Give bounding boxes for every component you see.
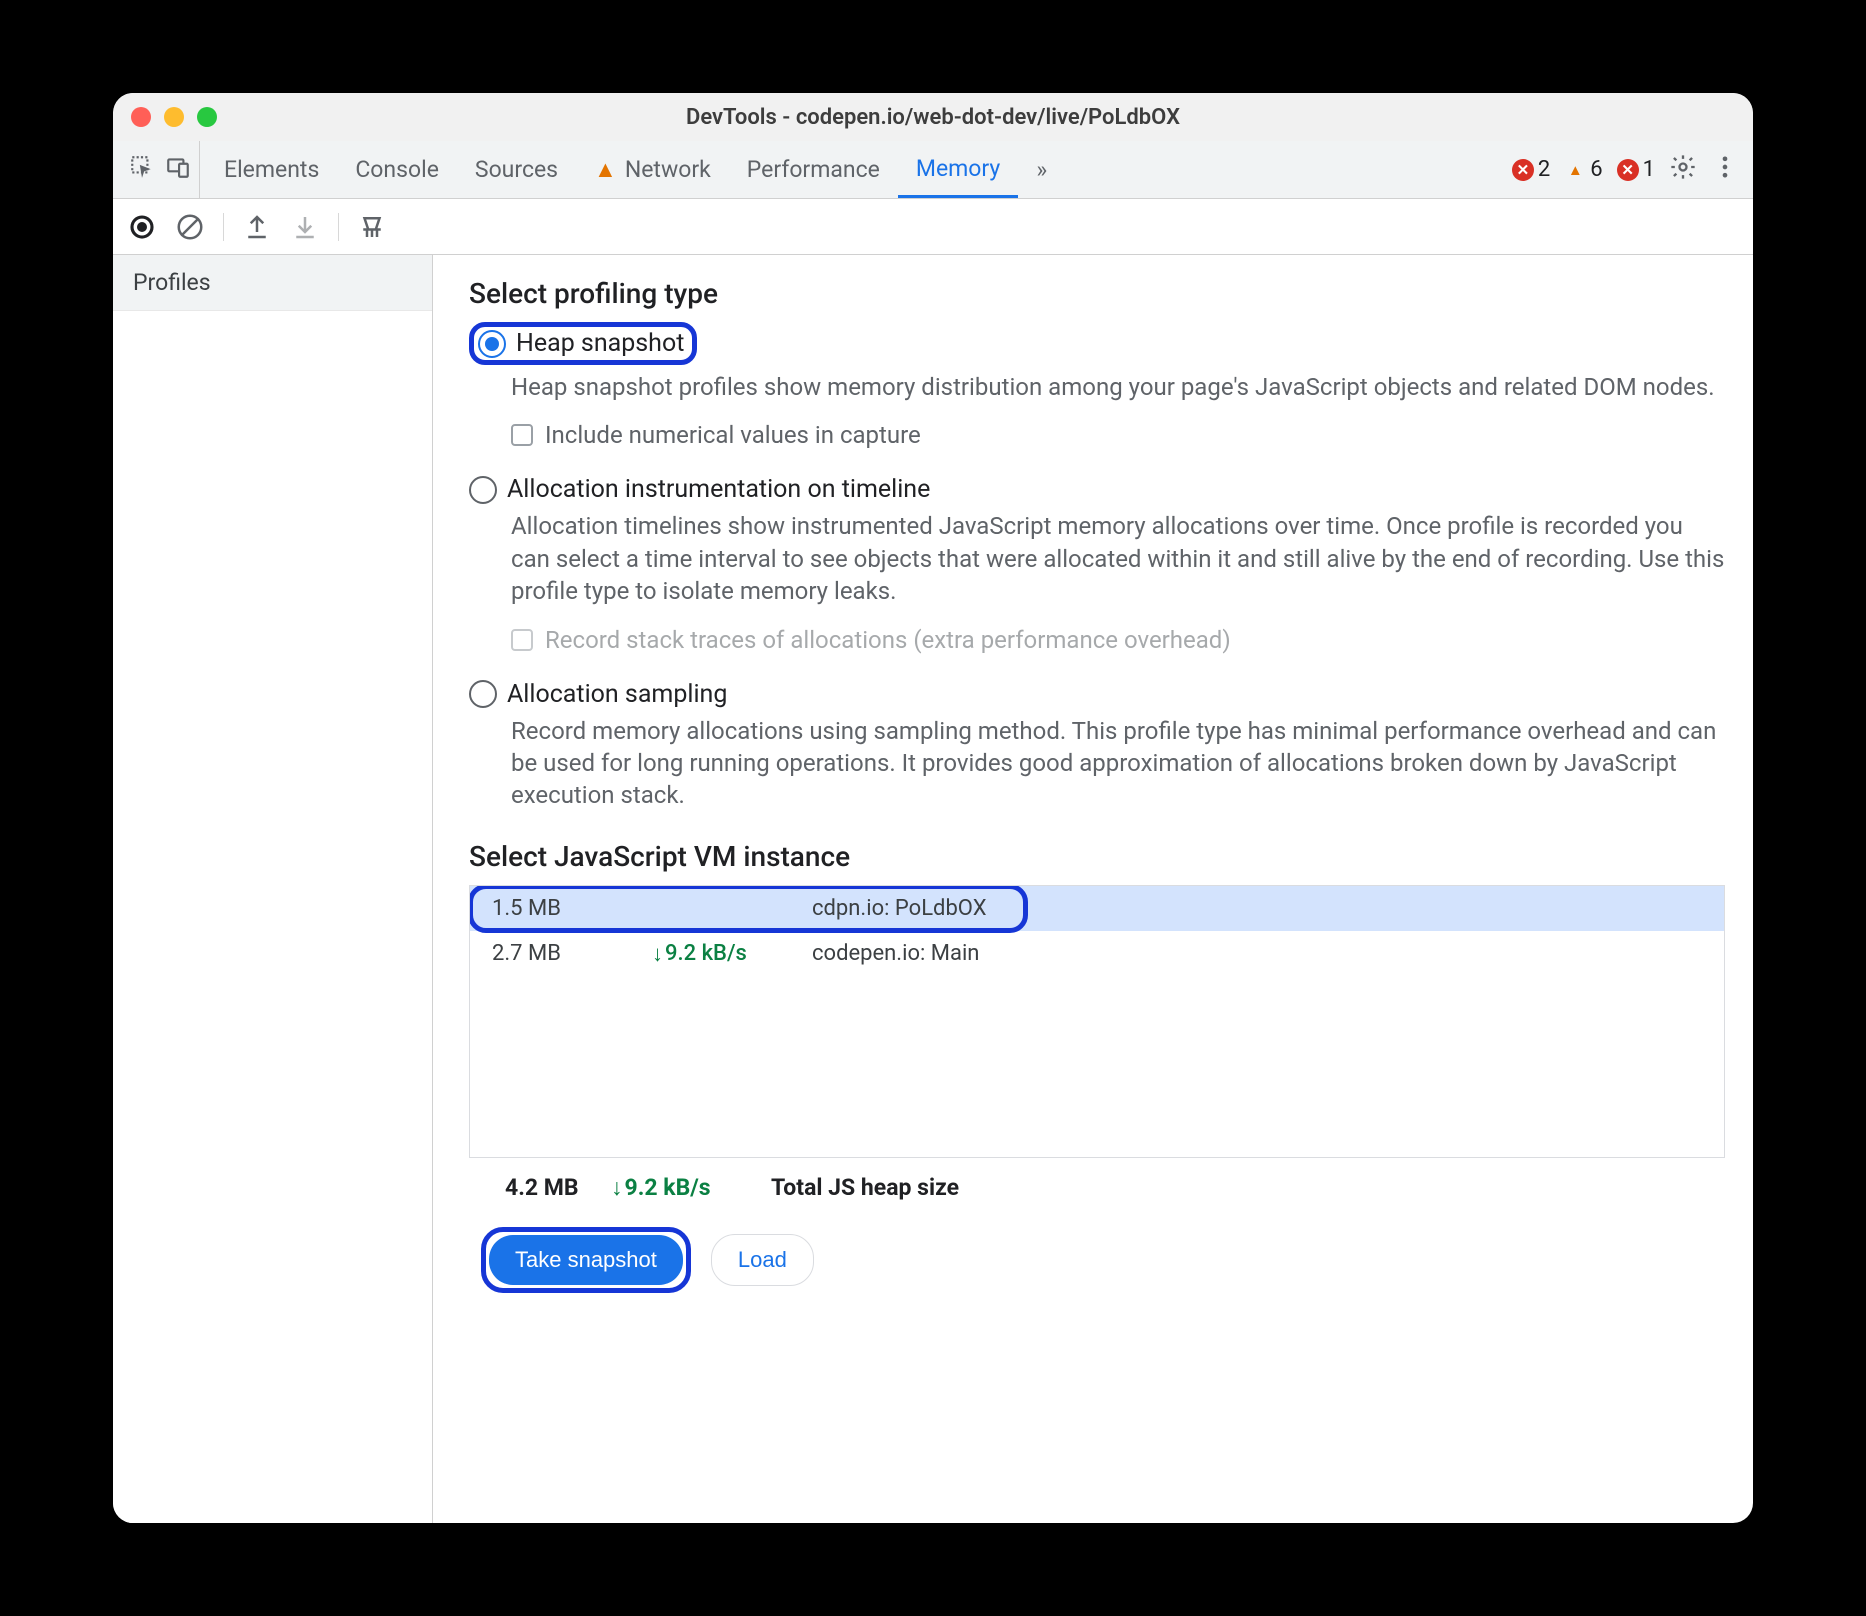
chevron-double-right-icon: » [1036, 156, 1047, 183]
take-snapshot-button[interactable]: Take snapshot [489, 1235, 683, 1285]
highlight-box: Heap snapshot [469, 322, 697, 365]
profiles-heading: Profiles [113, 255, 432, 311]
action-buttons: Take snapshot Load [469, 1227, 1725, 1299]
clear-icon[interactable] [175, 212, 205, 242]
tab-sources[interactable]: Sources [457, 141, 576, 198]
highlight-box: Take snapshot [481, 1227, 691, 1293]
option-allocation-sampling[interactable]: Allocation sampling [469, 680, 1725, 709]
checkbox-icon [511, 629, 533, 651]
vm-row[interactable]: 1.5 MB cdpn.io: PoLdbOX [470, 886, 1724, 931]
separator [223, 213, 224, 241]
memory-content: Select profiling type Heap snapshot Heap… [433, 255, 1753, 1523]
checkbox-icon[interactable] [511, 424, 533, 446]
kebab-menu-icon[interactable] [1711, 153, 1739, 187]
issues-count[interactable]: ✕ 1 [1617, 157, 1655, 182]
devtools-window: DevTools - codepen.io/web-dot-dev/live/P… [113, 93, 1753, 1523]
device-toggle-icon[interactable] [165, 154, 191, 186]
error-dot-icon: ✕ [1512, 159, 1534, 181]
warning-count[interactable]: ▲ 6 [1564, 157, 1602, 182]
vm-size: 1.5 MB [492, 896, 652, 921]
radio-icon[interactable] [469, 680, 497, 708]
include-numerical-checkbox[interactable]: Include numerical values in capture [469, 421, 1725, 449]
tab-performance[interactable]: Performance [729, 141, 898, 198]
vm-row[interactable]: 2.7 MB ↓9.2 kB/s codepen.io: Main [470, 931, 1724, 977]
vm-name: codepen.io: Main [812, 941, 1702, 966]
inspect-icon[interactable] [129, 154, 155, 186]
option-desc: Record memory allocations using sampling… [469, 715, 1725, 812]
titlebar: DevTools - codepen.io/web-dot-dev/live/P… [113, 93, 1753, 141]
total-rate: ↓9.2 kB/s [611, 1174, 771, 1201]
panel-tabs: Elements Console Sources ▲ Network Perfo… [200, 141, 1065, 198]
record-icon[interactable] [127, 212, 157, 242]
tab-elements[interactable]: Elements [206, 141, 337, 198]
main-split: Profiles Select profiling type Heap snap… [113, 255, 1753, 1523]
vm-spacer [470, 977, 1724, 1157]
tab-network[interactable]: ▲ Network [576, 141, 729, 198]
option-label: Heap snapshot [506, 329, 684, 358]
vm-name: cdpn.io: PoLdbOX [812, 896, 1702, 921]
error-count[interactable]: ✕ 2 [1512, 157, 1550, 182]
tab-console[interactable]: Console [337, 141, 457, 198]
option-desc: Heap snapshot profiles show memory distr… [469, 371, 1725, 403]
arrow-down-icon: ↓ [652, 941, 663, 967]
upload-icon[interactable] [242, 212, 272, 242]
total-label: Total JS heap size [771, 1174, 959, 1201]
warning-triangle-icon: ▲ [594, 156, 617, 183]
settings-icon[interactable] [1669, 153, 1697, 187]
window-title: DevTools - codepen.io/web-dot-dev/live/P… [686, 105, 1180, 130]
tabbar-status: ✕ 2 ▲ 6 ✕ 1 [1512, 141, 1753, 198]
option-label: Allocation instrumentation on timeline [507, 475, 930, 504]
panel-tabbar: Elements Console Sources ▲ Network Perfo… [113, 141, 1753, 199]
total-size: 4.2 MB [491, 1174, 611, 1201]
vm-instance-list: 1.5 MB cdpn.io: PoLdbOX 2.7 MB ↓9.2 kB/s… [469, 885, 1725, 1158]
issues-icon: ✕ [1617, 159, 1639, 181]
warning-triangle-icon: ▲ [1564, 159, 1586, 181]
tab-memory[interactable]: Memory [898, 141, 1018, 198]
radio-icon[interactable] [469, 476, 497, 504]
separator [338, 213, 339, 241]
vm-rate: ↓9.2 kB/s [652, 941, 812, 967]
record-stack-traces-checkbox: Record stack traces of allocations (extr… [469, 626, 1725, 654]
memory-toolbar [113, 199, 1753, 255]
vm-totals: 4.2 MB ↓9.2 kB/s Total JS heap size [469, 1158, 1725, 1211]
close-window-button[interactable] [131, 107, 151, 127]
option-heap-snapshot[interactable]: Heap snapshot [469, 322, 1725, 365]
radio-icon[interactable] [478, 330, 506, 358]
download-icon[interactable] [290, 212, 320, 242]
vm-size: 2.7 MB [492, 941, 652, 966]
profiles-sidebar: Profiles [113, 255, 433, 1523]
tabbar-left-tools [121, 141, 200, 198]
zoom-window-button[interactable] [197, 107, 217, 127]
minimize-window-button[interactable] [164, 107, 184, 127]
profiling-type-heading: Select profiling type [469, 277, 1725, 310]
option-desc: Allocation timelines show instrumented J… [469, 510, 1725, 607]
arrow-down-icon: ↓ [611, 1174, 623, 1201]
option-label: Allocation sampling [507, 680, 727, 709]
garbage-collect-icon[interactable] [357, 212, 387, 242]
vm-heading: Select JavaScript VM instance [469, 840, 1725, 873]
option-allocation-timeline[interactable]: Allocation instrumentation on timeline [469, 475, 1725, 504]
tab-overflow[interactable]: » [1018, 141, 1065, 198]
traffic-lights [131, 107, 217, 127]
load-button[interactable]: Load [711, 1234, 814, 1286]
